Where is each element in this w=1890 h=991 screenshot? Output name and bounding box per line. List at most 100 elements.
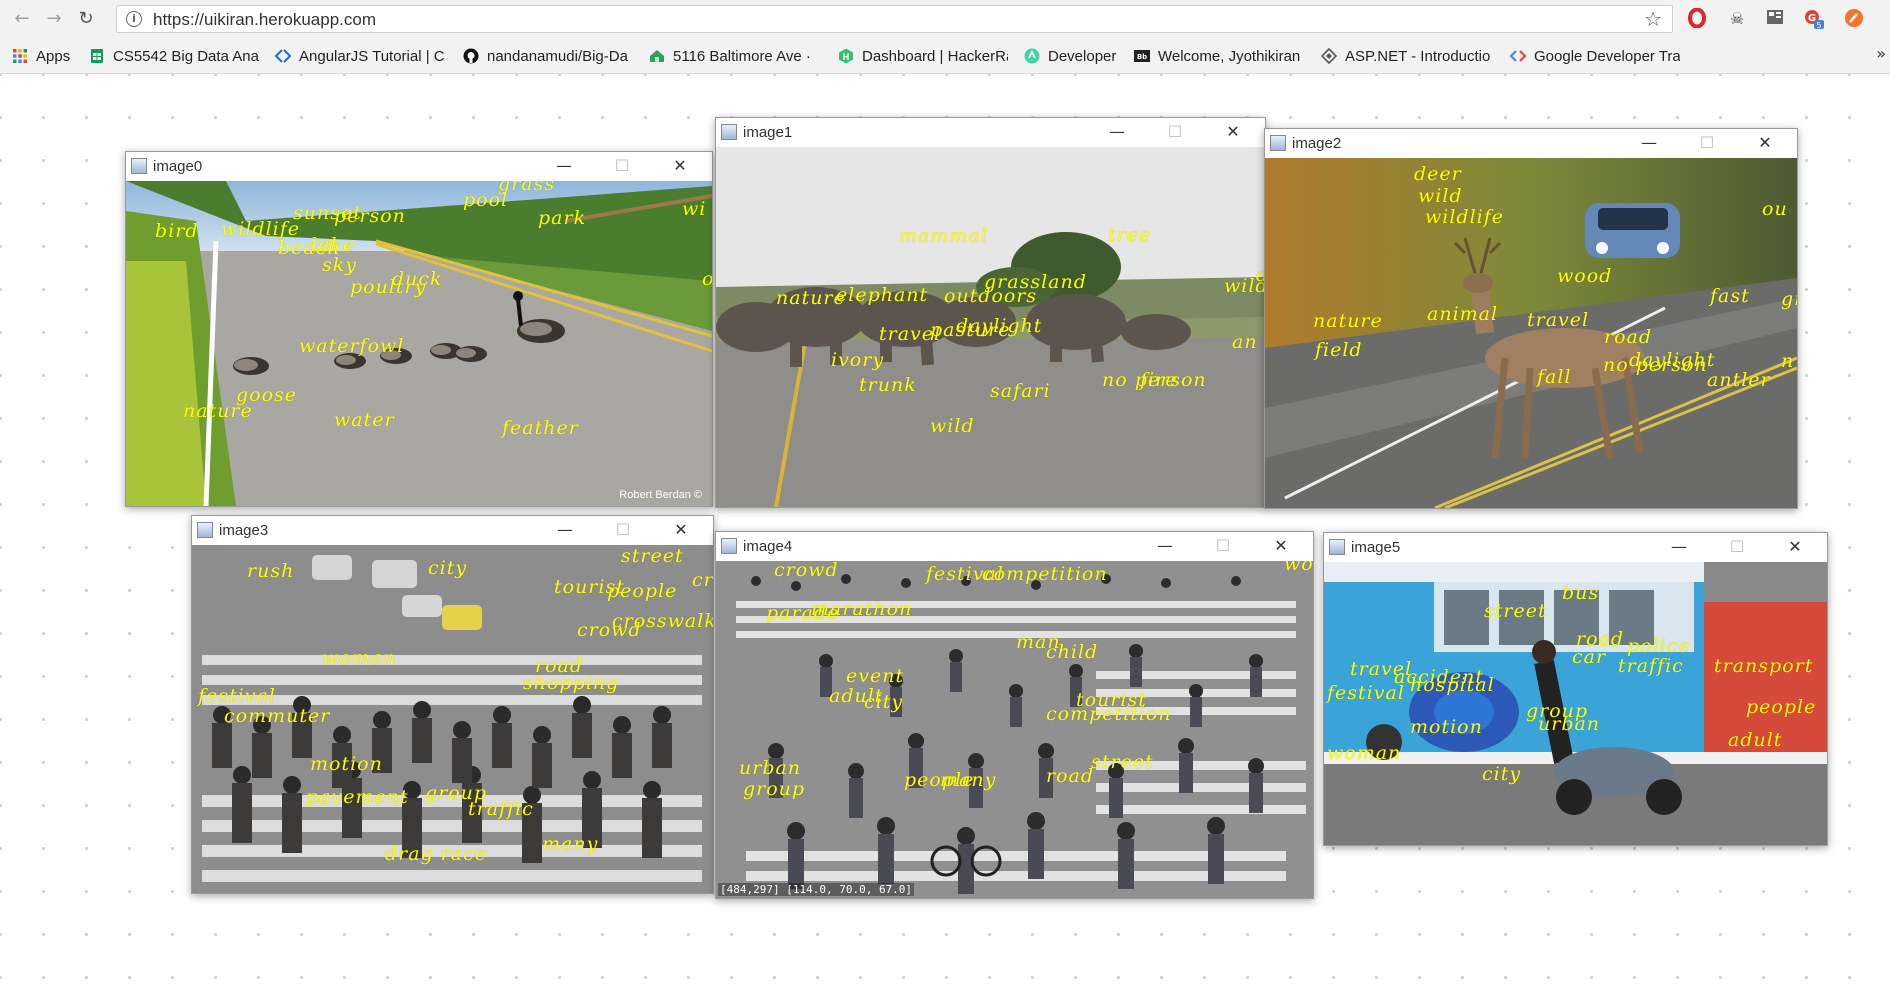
maximize-icon[interactable]: ☐ — [1199, 534, 1247, 558]
minimize-icon[interactable]: — — [541, 518, 589, 542]
close-icon[interactable]: ✕ — [657, 518, 705, 542]
image-window-0[interactable]: image0 — ☐ ✕ grass pool sunset person pa… — [125, 151, 713, 507]
photo-credit: Robert Berdan © — [619, 489, 702, 501]
image-window-1[interactable]: image1 — ☐ ✕ mammal mammal tree grasslan… — [715, 117, 1266, 508]
tag-label: pavement — [306, 786, 409, 808]
bookmark-google-developer[interactable]: Google Developer Tra — [1510, 46, 1680, 66]
pencil-extension-icon[interactable] — [1843, 8, 1865, 30]
close-icon[interactable]: ✕ — [1257, 534, 1305, 558]
forward-arrow-icon[interactable]: → — [44, 9, 64, 29]
maximize-icon[interactable]: ☐ — [1151, 120, 1199, 144]
tag-label: bird — [155, 220, 199, 242]
java-app-icon — [721, 124, 737, 140]
tag-label: woman — [322, 647, 397, 669]
bookmark-apps[interactable]: Apps — [12, 46, 82, 66]
maximize-icon[interactable]: ☐ — [1713, 535, 1761, 559]
tag-label: wo — [1284, 561, 1313, 575]
bookmark-developer[interactable]: Developer — [1024, 46, 1134, 66]
tag-label: competition — [1046, 703, 1172, 725]
google-plus-extension-icon[interactable]: G5 — [1803, 8, 1825, 30]
image-window-4[interactable]: image4 — ☐ ✕ crowd festival competition … — [715, 531, 1314, 899]
tag-label: nature — [1313, 310, 1383, 332]
maximize-icon[interactable]: ☐ — [598, 154, 646, 178]
tag-label: person — [334, 205, 406, 227]
tag-label: poultry — [350, 276, 427, 298]
bookmark-aspnet[interactable]: ASP.NET - Introductio — [1321, 46, 1493, 66]
window-title: image5 — [1351, 539, 1401, 556]
tag-label: nature — [183, 400, 253, 422]
skull-extension-icon[interactable]: ☠ — [1726, 8, 1748, 30]
bookmark-star-icon[interactable]: ☆ — [1644, 7, 1662, 31]
minimize-icon[interactable]: — — [1093, 120, 1141, 144]
tag-label: car — [1572, 646, 1607, 668]
opera-extension-icon[interactable] — [1686, 7, 1708, 30]
minimize-icon[interactable]: — — [1625, 131, 1673, 155]
close-icon[interactable]: ✕ — [1209, 120, 1257, 144]
window-title: image0 — [153, 158, 203, 175]
image-canvas[interactable]: deer wild wildlife ou wood fast gr natur… — [1265, 158, 1797, 508]
maximize-icon[interactable]: ☐ — [599, 518, 647, 542]
address-bar[interactable]: i https://uikiran.herokuapp.com ☆ — [116, 5, 1673, 33]
window-titlebar[interactable]: image4 — ☐ ✕ — [716, 532, 1313, 561]
browser-toolbar: ← → ↻ i https://uikiran.herokuapp.com ☆ … — [0, 0, 1890, 38]
bookmark-angularjs[interactable]: AngularJS Tutorial | C — [275, 46, 447, 66]
close-icon[interactable]: ✕ — [1771, 535, 1819, 559]
window-titlebar[interactable]: image5 — ☐ ✕ — [1324, 533, 1827, 562]
tag-label: hospital — [1410, 674, 1495, 696]
window-titlebar[interactable]: image3 — ☐ ✕ — [192, 516, 713, 545]
tag-label: tree — [1108, 224, 1152, 246]
image-canvas[interactable]: crowd festival competition parade marath… — [716, 561, 1313, 898]
image-canvas[interactable]: rush city street tourist people crosswal… — [192, 545, 713, 893]
svg-text:H: H — [842, 53, 850, 63]
image-canvas[interactable]: mammal mammal tree grassland wild nature… — [716, 147, 1265, 507]
window-titlebar[interactable]: image1 — ☐ ✕ — [716, 118, 1265, 147]
image-canvas[interactable]: bus street road police car traffic trans… — [1324, 562, 1827, 845]
tag-label: fast — [1710, 285, 1750, 307]
house-icon — [650, 50, 664, 62]
tag-label: n — [1781, 350, 1795, 372]
close-icon[interactable]: ✕ — [1741, 131, 1789, 155]
close-icon[interactable]: ✕ — [656, 154, 704, 178]
bookmark-blackboard[interactable]: Bb Welcome, Jyothikiran — [1134, 46, 1304, 66]
java-app-icon — [197, 522, 213, 538]
pixel-readout: [484,297] [114.0, 70.0, 67.0] — [718, 883, 915, 896]
url-text[interactable]: https://uikiran.herokuapp.com — [153, 10, 376, 30]
reader-extension-icon[interactable] — [1764, 8, 1786, 30]
google-developers-icon — [1510, 50, 1526, 62]
tag-label: marathon — [811, 598, 913, 620]
back-arrow-icon[interactable]: ← — [12, 9, 32, 29]
bookmark-baltimore[interactable]: 5116 Baltimore Ave · — [649, 46, 821, 66]
maximize-icon[interactable]: ☐ — [1683, 131, 1731, 155]
image-window-5[interactable]: image5 — ☐ ✕ bus street road police car … — [1323, 532, 1828, 846]
tag-label: police — [1627, 635, 1691, 657]
image-window-3[interactable]: image3 — ☐ ✕ rush city street tourist pe… — [191, 515, 714, 894]
image-window-2[interactable]: image2 — ☐ ✕ deer wild wildlife ou wood … — [1264, 128, 1798, 509]
tag-label: woman — [1327, 742, 1402, 764]
bookmark-label: Dashboard | HackerRa — [862, 47, 1008, 65]
tag-label: wild — [930, 415, 975, 437]
bookmark-cs5542[interactable]: CS5542 Big Data Anal — [89, 46, 259, 66]
window-titlebar[interactable]: image0 — ☐ ✕ — [126, 152, 712, 181]
tag-label: an — [1232, 331, 1258, 353]
bookmark-github[interactable]: nandanamudi/Big-Da — [463, 46, 633, 66]
apps-grid-icon — [13, 49, 27, 63]
image-canvas[interactable]: grass pool sunset person park wi bird wi… — [126, 181, 712, 506]
blackboard-icon: Bb — [1134, 50, 1150, 62]
tag-label: ou — [1762, 198, 1788, 220]
tag-label: crossing — [692, 569, 713, 591]
minimize-icon[interactable]: — — [1655, 535, 1703, 559]
tag-label: waterfowl — [299, 335, 405, 357]
developer-icon — [1024, 48, 1040, 64]
minimize-icon[interactable]: — — [1141, 534, 1189, 558]
github-icon — [463, 48, 479, 64]
tag-label: lake — [311, 234, 356, 256]
more-bookmarks-icon[interactable]: » — [1876, 44, 1886, 63]
java-app-icon — [1329, 539, 1345, 555]
tag-label: deer — [1414, 163, 1462, 185]
bookmark-hackerrank[interactable]: H Dashboard | HackerRa — [838, 46, 1008, 66]
window-titlebar[interactable]: image2 — ☐ ✕ — [1265, 129, 1797, 158]
minimize-icon[interactable]: — — [540, 154, 588, 178]
reload-icon[interactable]: ↻ — [76, 9, 96, 29]
info-icon[interactable]: i — [126, 11, 142, 27]
window-title: image3 — [219, 522, 269, 539]
